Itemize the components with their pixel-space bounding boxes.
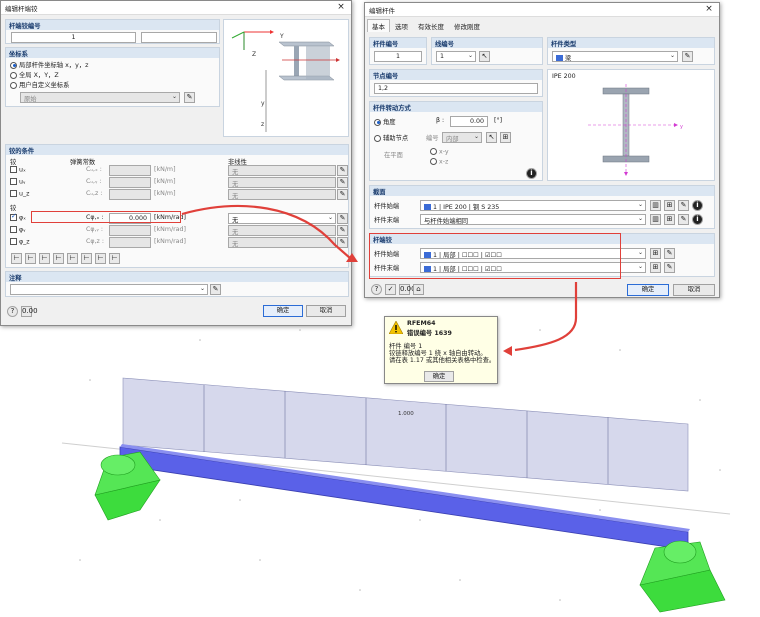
load-value-label: 1.000	[398, 411, 414, 417]
arrow-to-alert	[514, 282, 578, 352]
arrow-left-to-right	[181, 205, 351, 259]
model-viewport	[61, 205, 731, 613]
